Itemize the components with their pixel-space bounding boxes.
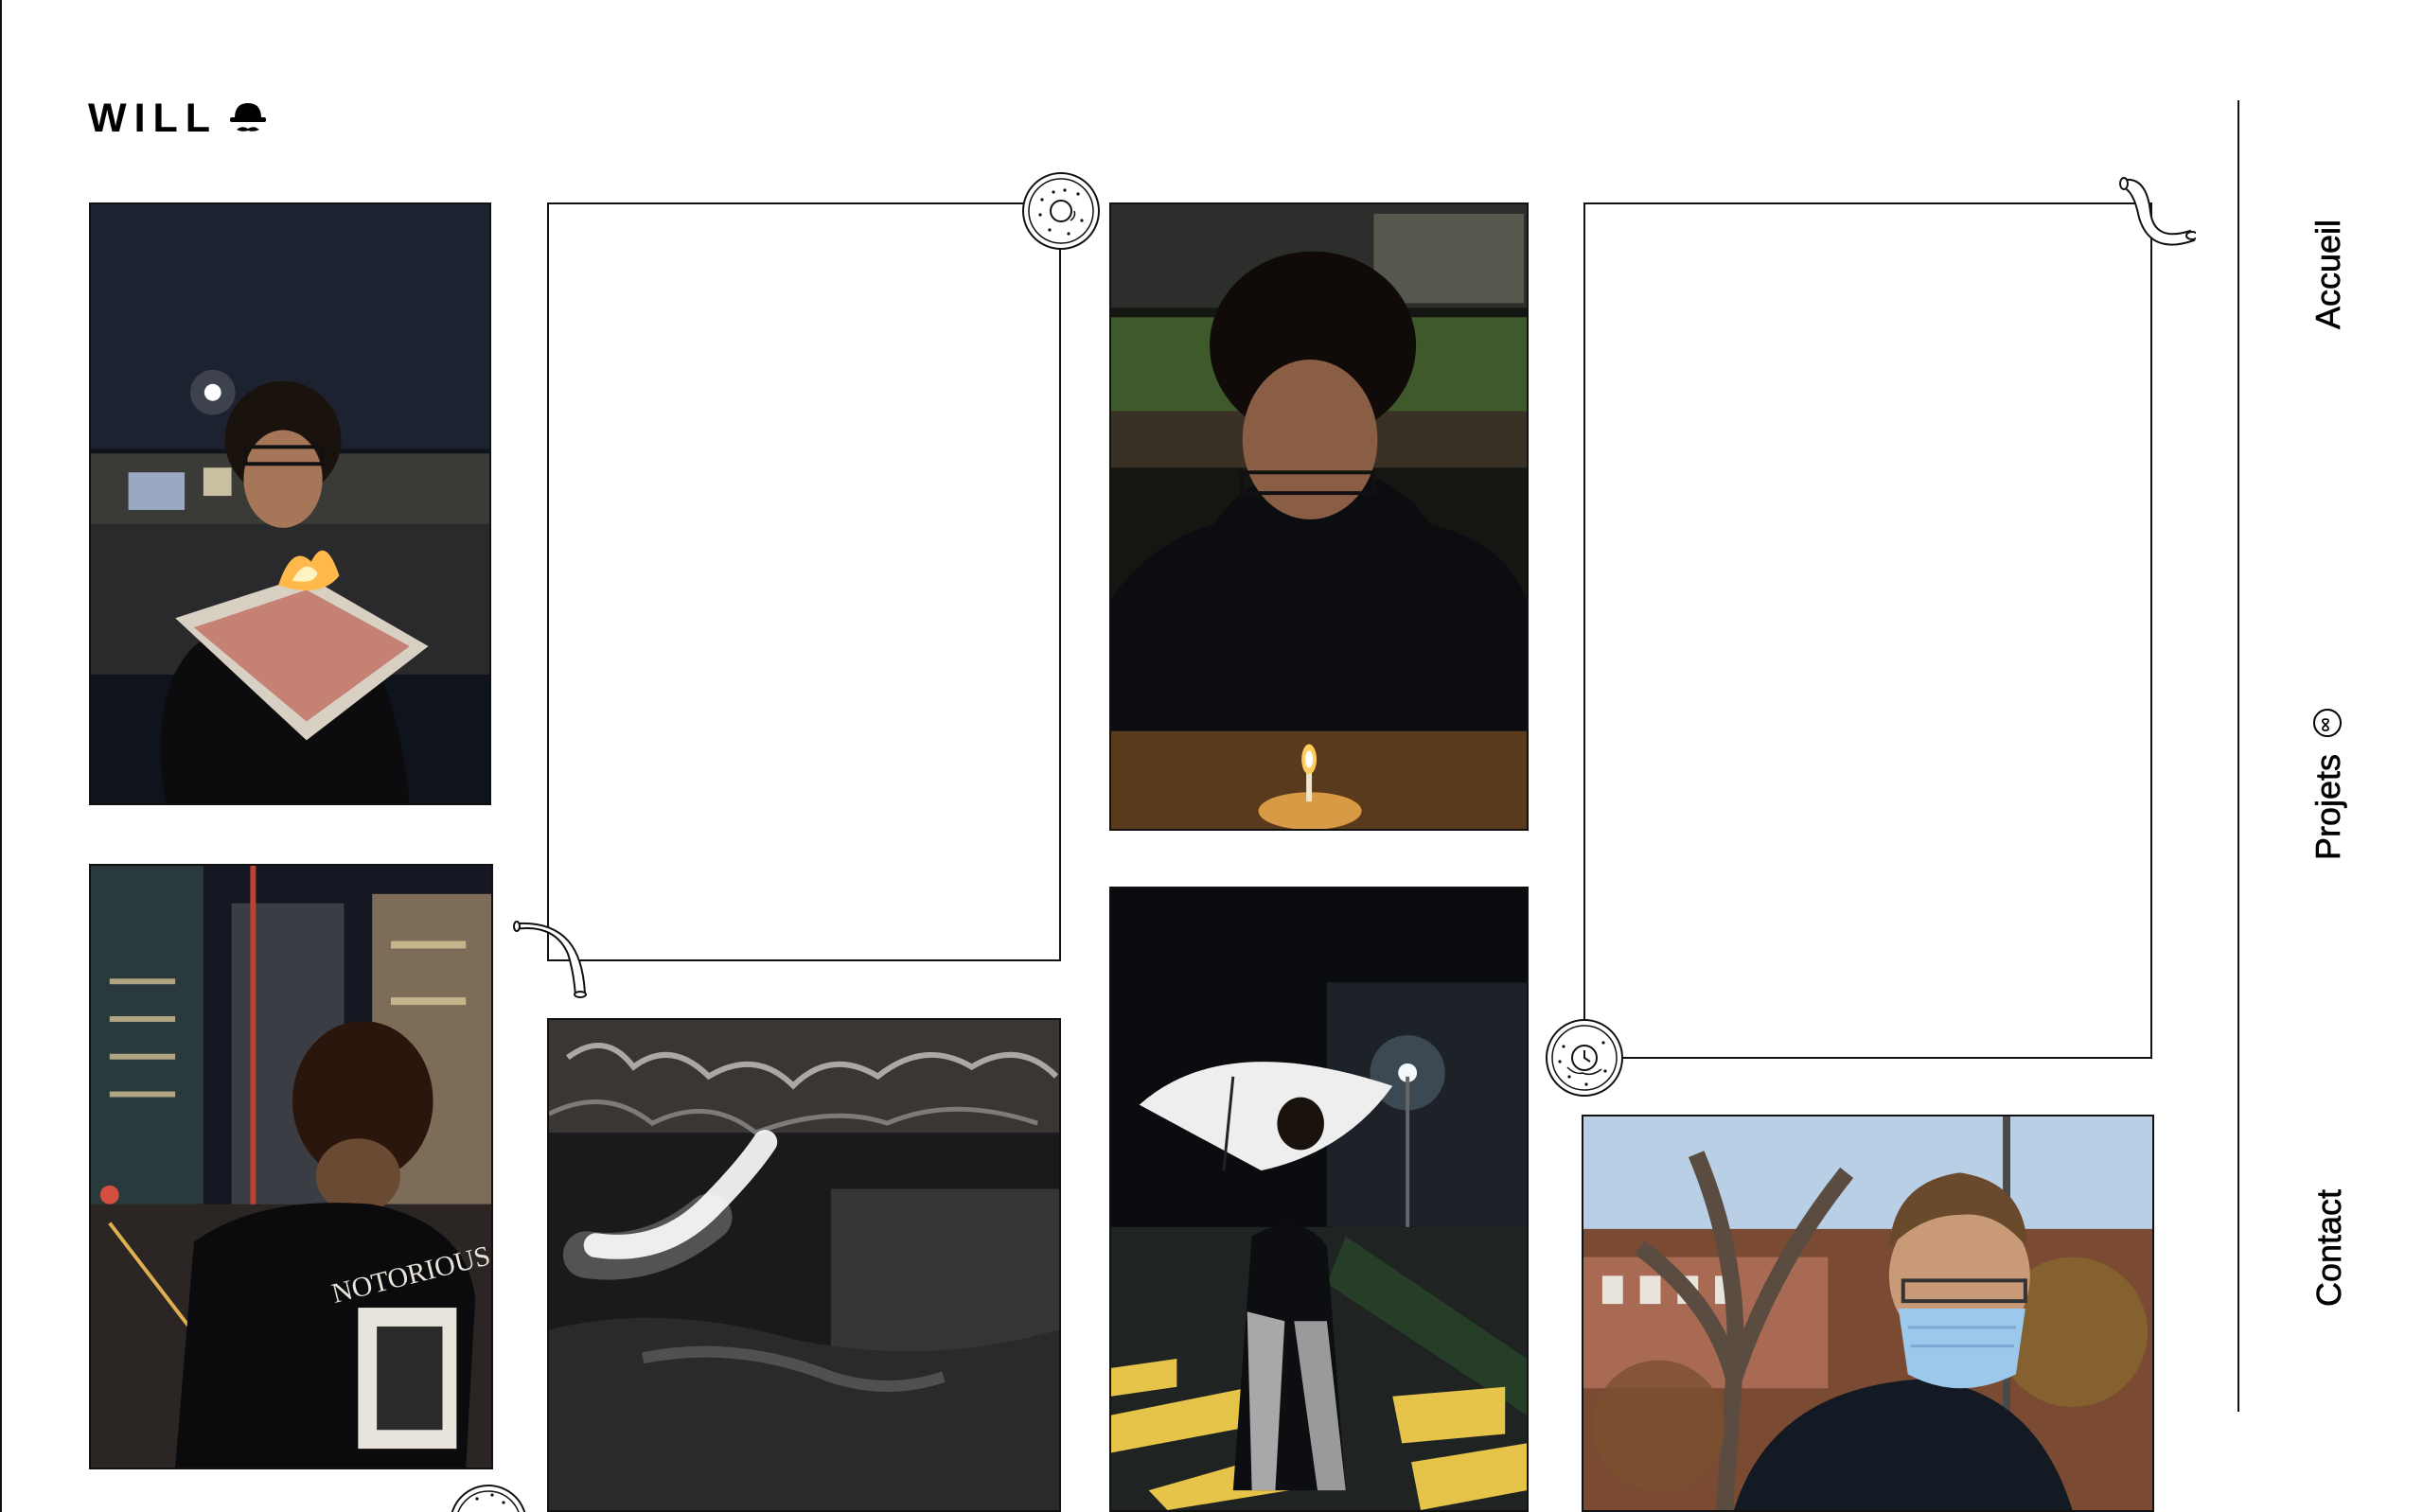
nav-item-contact[interactable]: Contact xyxy=(2308,1184,2350,1312)
photo-newspaper-burning[interactable] xyxy=(89,202,491,805)
infinity-badge-icon xyxy=(2313,708,2343,737)
site-logo[interactable]: WILL xyxy=(88,97,269,139)
nav-divider xyxy=(2237,100,2239,1412)
macaroni-icon xyxy=(2119,177,2196,246)
macaroni-icon xyxy=(513,921,587,998)
photo-umbrella-crosswalk[interactable] xyxy=(1109,887,1529,1512)
nav-item-label: Contact xyxy=(2309,1188,2349,1308)
photo-back-view-city-night[interactable]: NOTORIOUS B xyxy=(89,864,493,1469)
empty-frame xyxy=(1583,202,2152,1059)
page-left-border xyxy=(0,0,2,1512)
clock-donut-icon xyxy=(1546,1019,1623,1097)
bowler-hat-mustache-icon xyxy=(230,103,267,132)
donut-icon xyxy=(1022,172,1100,250)
donut-icon xyxy=(451,1485,526,1512)
photo-face-mask-trees[interactable] xyxy=(1582,1115,2154,1512)
empty-frame xyxy=(547,202,1061,961)
logo-text: WILL xyxy=(88,95,219,141)
photo-candle-birthday[interactable] xyxy=(1109,202,1529,831)
photo-light-painting-abstract[interactable] xyxy=(547,1018,1061,1512)
nav-item-projets[interactable]: Projets xyxy=(2308,702,2349,867)
nav-item-label: Projets xyxy=(2308,753,2348,861)
nav-item-label: Accueil xyxy=(2308,219,2348,330)
nav-item-accueil[interactable]: Accueil xyxy=(2308,210,2349,339)
